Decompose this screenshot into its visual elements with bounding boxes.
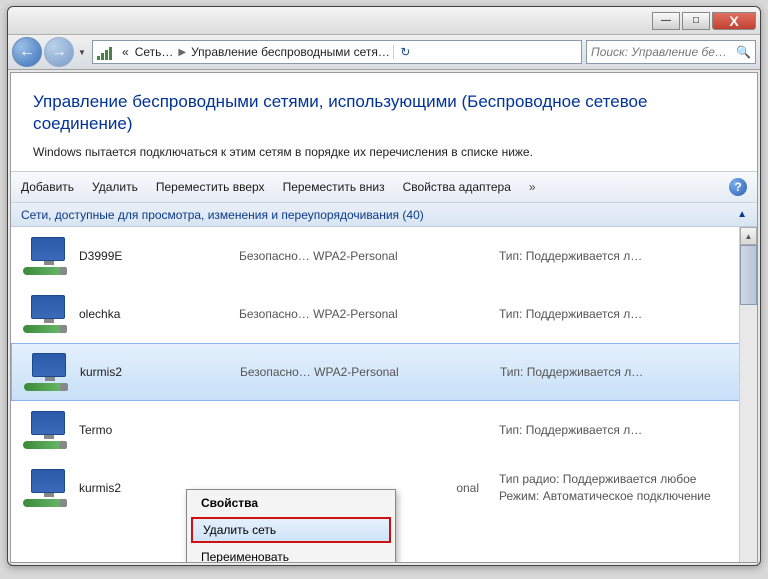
breadcrumb-network[interactable]: Сеть… <box>132 45 177 59</box>
scroll-thumb[interactable] <box>740 245 757 305</box>
refresh-button[interactable]: ↻ <box>393 45 417 59</box>
maximize-button[interactable]: □ <box>682 12 710 30</box>
network-row[interactable]: D3999E Безопасно… WPA2-Personal Тип: Под… <box>11 227 757 285</box>
navbar: ← → ▼ « Сеть… ▶ Управление беспроводными… <box>8 35 760 70</box>
network-type: Тип: Поддерживается л… <box>499 307 642 321</box>
network-icon <box>23 409 71 451</box>
network-icon <box>23 467 71 509</box>
breadcrumb-sep: ▶ <box>176 47 188 58</box>
context-delete-network[interactable]: Удалить сеть <box>191 517 391 543</box>
help-button[interactable]: ? <box>729 178 747 196</box>
search-placeholder: Поиск: Управление бе… <box>591 45 727 59</box>
toolbar: Добавить Удалить Переместить вверх Перем… <box>11 171 757 203</box>
back-button[interactable]: ← <box>12 37 42 67</box>
network-row[interactable]: Termo Тип: Поддерживается л… <box>11 401 757 459</box>
page-header: Управление беспроводными сетями, использ… <box>11 73 757 171</box>
explorer-window: — □ X ← → ▼ « Сеть… ▶ Управление беспров… <box>7 6 761 566</box>
toolbar-move-down[interactable]: Переместить вниз <box>283 180 385 194</box>
network-icon <box>23 293 71 335</box>
network-type: Тип: Поддерживается л… <box>499 249 642 263</box>
list-group-label: Сети, доступные для просмотра, изменения… <box>21 208 424 222</box>
list-group-header[interactable]: Сети, доступные для просмотра, изменения… <box>11 203 757 227</box>
signal-icon <box>97 44 115 60</box>
network-row-selected[interactable]: kurmis2 Безопасно… WPA2-Personal Тип: По… <box>11 343 757 401</box>
collapse-icon[interactable]: ▲ <box>737 209 747 220</box>
context-properties[interactable]: Свойства <box>187 490 395 516</box>
breadcrumb-prefix: « <box>119 45 132 59</box>
page-title: Управление беспроводными сетями, использ… <box>33 91 735 135</box>
network-name: Termo <box>79 423 239 437</box>
close-button[interactable]: X <box>712 12 756 30</box>
scroll-up-button[interactable]: ▲ <box>740 227 757 245</box>
scrollbar[interactable]: ▲ <box>739 227 757 562</box>
network-name: D3999E <box>79 249 239 263</box>
network-type: Тип: Поддерживается л… <box>499 423 642 437</box>
content-area: Управление беспроводными сетями, использ… <box>10 72 758 563</box>
search-input[interactable]: Поиск: Управление бе… 🔍 <box>586 40 756 64</box>
network-radio-type: Тип радио: Поддерживается любое Режим: А… <box>499 471 711 505</box>
nav-history-dropdown[interactable]: ▼ <box>76 38 88 66</box>
titlebar: — □ X <box>8 7 760 35</box>
toolbar-delete[interactable]: Удалить <box>92 180 138 194</box>
toolbar-adapter-properties[interactable]: Свойства адаптера <box>403 180 511 194</box>
network-name: kurmis2 <box>80 365 240 379</box>
network-type: Тип: Поддерживается л… <box>500 365 643 379</box>
toolbar-move-up[interactable]: Переместить вверх <box>156 180 265 194</box>
search-icon: 🔍 <box>736 45 751 59</box>
network-security: Безопасно… WPA2-Personal <box>239 249 499 263</box>
context-rename[interactable]: Переименовать <box>187 544 395 563</box>
network-row[interactable]: olechka Безопасно… WPA2-Personal Тип: По… <box>11 285 757 343</box>
forward-button[interactable]: → <box>44 37 74 67</box>
network-security: Безопасно… WPA2-Personal <box>240 365 500 379</box>
network-icon <box>24 351 72 393</box>
minimize-button[interactable]: — <box>652 12 680 30</box>
address-bar[interactable]: « Сеть… ▶ Управление беспроводными сетя…… <box>92 40 582 64</box>
network-security: Безопасно… WPA2-Personal <box>239 307 499 321</box>
toolbar-more[interactable]: » <box>529 180 536 194</box>
toolbar-add[interactable]: Добавить <box>21 180 74 194</box>
network-name: olechka <box>79 307 239 321</box>
context-menu: Свойства Удалить сеть Переименовать Ввер… <box>186 489 396 563</box>
page-subtitle: Windows пытается подключаться к этим сет… <box>33 145 735 159</box>
network-icon <box>23 235 71 277</box>
breadcrumb-wireless[interactable]: Управление беспроводными сетя… <box>188 45 393 59</box>
